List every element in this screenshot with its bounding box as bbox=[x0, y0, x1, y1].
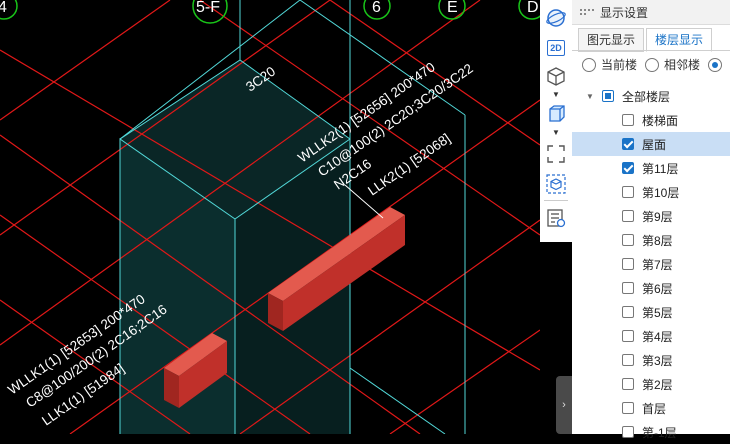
radio-adjacent-floor[interactable] bbox=[645, 57, 660, 72]
radio-custom-floor[interactable] bbox=[708, 57, 723, 72]
radio-label-adjacent: 相邻楼 bbox=[664, 58, 701, 72]
tab-divider bbox=[572, 50, 730, 51]
floor-label: 第7层 bbox=[642, 257, 673, 272]
svg-text:6: 6 bbox=[372, 0, 381, 16]
floor-label: 第8层 bbox=[642, 233, 673, 248]
floor-checkbox[interactable] bbox=[622, 114, 634, 126]
wire-edge bbox=[349, 367, 446, 434]
floor-label: 首层 bbox=[642, 401, 667, 416]
checkbox-all-floors[interactable] bbox=[602, 90, 614, 102]
floor-item[interactable]: 首层 bbox=[572, 396, 730, 420]
floor-label: 第3层 bbox=[642, 353, 673, 368]
3d-cube-icon[interactable] bbox=[544, 64, 568, 88]
floor-checkbox[interactable] bbox=[622, 210, 634, 222]
floor-label: 第11层 bbox=[642, 161, 679, 176]
floor-checkbox[interactable] bbox=[622, 378, 634, 390]
floor-label: 楼梯面 bbox=[642, 113, 679, 128]
2d-view-icon[interactable]: 2D bbox=[544, 36, 568, 60]
svg-text:E: E bbox=[447, 0, 458, 16]
tree-root-label: 全部楼层 bbox=[622, 89, 671, 104]
floor-item[interactable]: 第5层 bbox=[572, 300, 730, 324]
floor-label: 第9层 bbox=[642, 209, 673, 224]
floor-checkbox[interactable] bbox=[622, 306, 634, 318]
floor-label: 第10层 bbox=[642, 185, 680, 200]
grid-line bbox=[0, 0, 171, 121]
floor-item[interactable]: 第10层 bbox=[572, 180, 730, 204]
selection-frame-icon[interactable] bbox=[544, 142, 568, 166]
toolbar-divider bbox=[544, 200, 568, 201]
floor-checkbox[interactable] bbox=[622, 186, 634, 198]
view-toolbar: 2D ▼ ▼ bbox=[540, 0, 573, 242]
floor-scope-radios: 当前楼 相邻楼 bbox=[582, 56, 727, 73]
axis-bubble-6[interactable]: 6 bbox=[363, 0, 391, 20]
floor-item[interactable]: 第11层 bbox=[572, 156, 730, 180]
floor-item[interactable]: 楼梯面 bbox=[572, 108, 730, 132]
floor-checkbox[interactable] bbox=[622, 426, 634, 438]
floor-checkbox[interactable] bbox=[622, 162, 634, 174]
panel-tabs: 图元显示 楼层显示 bbox=[578, 28, 714, 52]
display-settings-panel: 显示设置 图元显示 楼层显示 当前楼 相邻楼 ▼ 全部楼层 楼梯面屋面第11层第… bbox=[572, 0, 730, 440]
axis-bubble-e[interactable]: E bbox=[438, 0, 466, 20]
tree-root[interactable]: ▼ 全部楼层 bbox=[572, 84, 730, 108]
axis-bubble-4[interactable]: 4 bbox=[0, 0, 18, 20]
axis-bubble-5f[interactable]: 5-F bbox=[192, 0, 228, 24]
floor-item[interactable]: 第-1层 bbox=[572, 420, 730, 444]
radio-label-current: 当前楼 bbox=[601, 58, 638, 72]
floor-tree: ▼ 全部楼层 楼梯面屋面第11层第10层第9层第8层第7层第6层第5层第4层第3… bbox=[572, 84, 730, 444]
floor-checkbox[interactable] bbox=[622, 258, 634, 270]
globe-view-icon[interactable] bbox=[544, 6, 568, 30]
radio-current-floor[interactable] bbox=[582, 57, 596, 72]
floor-checkbox[interactable] bbox=[622, 234, 634, 246]
layer-list-icon[interactable] bbox=[544, 206, 568, 230]
chevron-down-icon[interactable]: ▼ bbox=[552, 128, 560, 137]
floor-checkbox[interactable] bbox=[622, 330, 634, 342]
floor-label: 第4层 bbox=[642, 329, 673, 344]
tab-floor-display[interactable]: 楼层显示 bbox=[646, 28, 713, 52]
drag-grip-icon[interactable] bbox=[580, 9, 594, 15]
tab-element-display[interactable]: 图元显示 bbox=[578, 28, 645, 52]
panel-title: 显示设置 bbox=[600, 5, 649, 20]
3d-viewport[interactable]: 4 5-F 6 E D 5 bbox=[0, 0, 540, 434]
svg-text:5-F: 5-F bbox=[196, 0, 220, 16]
floor-item[interactable]: 第7层 bbox=[572, 252, 730, 276]
panel-header[interactable]: 显示设置 bbox=[572, 0, 730, 25]
cube-target-icon[interactable] bbox=[544, 172, 568, 196]
floor-label: 第5层 bbox=[642, 305, 673, 320]
svg-text:4: 4 bbox=[0, 0, 7, 16]
box-icon[interactable] bbox=[544, 102, 568, 126]
floor-label: 第6层 bbox=[642, 281, 673, 296]
floor-checkbox[interactable] bbox=[622, 282, 634, 294]
viewport-canvas: 4 5-F 6 E D 5 bbox=[0, 0, 540, 434]
beam-upper-label-2: C10@100(2) 2C20;3C20/3C22 bbox=[315, 61, 476, 180]
floor-label: 第-1层 bbox=[642, 425, 677, 440]
floor-item[interactable]: 第9层 bbox=[572, 204, 730, 228]
floor-label: 屋面 bbox=[642, 137, 667, 152]
panel-collapse-handle[interactable]: › bbox=[556, 376, 572, 434]
floor-item[interactable]: 第4层 bbox=[572, 324, 730, 348]
floor-item[interactable]: 第8层 bbox=[572, 228, 730, 252]
floor-label: 第2层 bbox=[642, 377, 673, 392]
chevron-right-icon: › bbox=[562, 399, 566, 411]
floor-item[interactable]: 第2层 bbox=[572, 372, 730, 396]
floor-checkbox[interactable] bbox=[622, 354, 634, 366]
floor-checkbox[interactable] bbox=[622, 402, 634, 414]
tree-collapse-icon[interactable]: ▼ bbox=[586, 92, 598, 101]
floor-list: 楼梯面屋面第11层第10层第9层第8层第7层第6层第5层第4层第3层第2层首层第… bbox=[572, 108, 730, 444]
chevron-down-icon[interactable]: ▼ bbox=[552, 90, 560, 99]
axis-bubble-d[interactable]: D bbox=[518, 0, 540, 20]
floor-checkbox[interactable] bbox=[622, 138, 634, 150]
floor-item[interactable]: 屋面 bbox=[572, 132, 730, 156]
floor-item[interactable]: 第6层 bbox=[572, 276, 730, 300]
svg-text:D: D bbox=[527, 0, 539, 16]
floor-item[interactable]: 第3层 bbox=[572, 348, 730, 372]
